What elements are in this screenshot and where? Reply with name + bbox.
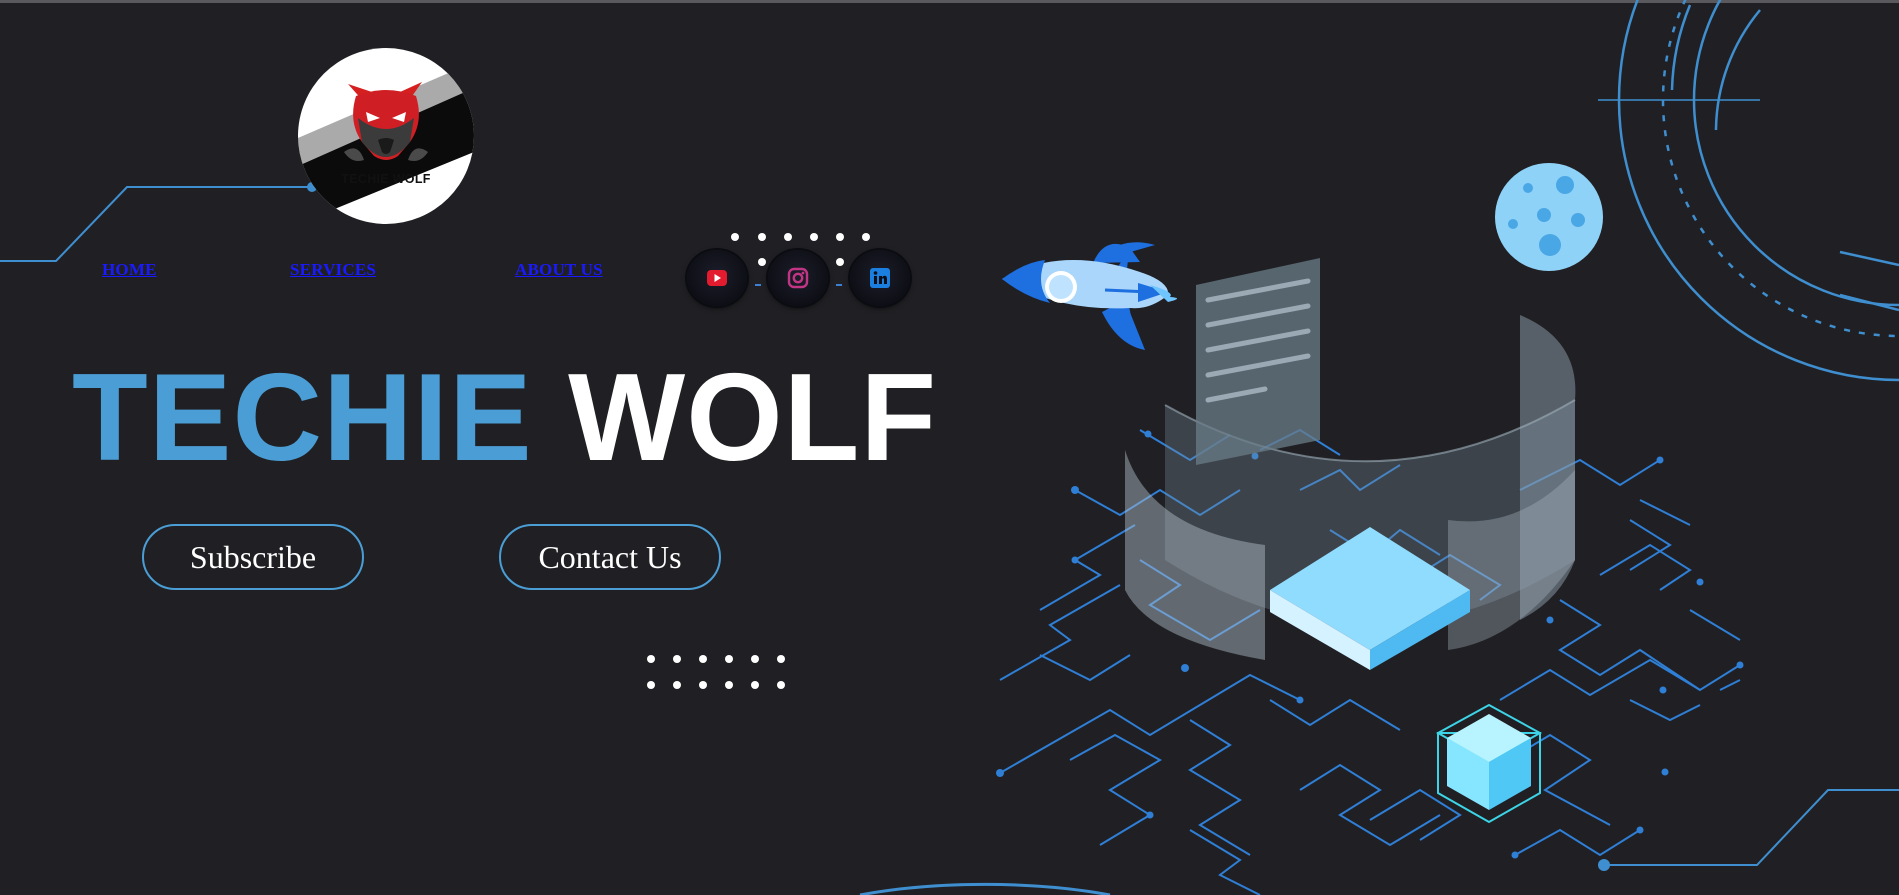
contact-us-button[interactable]: Contact Us [499,524,721,590]
brand-logo[interactable]: TECHIE WOLF [298,48,474,224]
social-separator [755,284,761,286]
nav-home-link[interactable]: HOME [102,260,157,280]
wolf-logo-icon [298,62,474,224]
instagram-icon [787,267,809,289]
nav-about-us-link[interactable]: ABOUT US [515,260,603,280]
nav-services-link[interactable]: SERVICES [290,260,376,280]
linkedin-button[interactable] [850,250,910,306]
logo-text: TECHIE WOLF [341,172,431,186]
social-separator [836,284,842,286]
subscribe-button[interactable]: Subscribe [142,524,364,590]
hero-title-part2: WOLF [568,349,938,487]
hero-title-part1: TECHIE [72,349,533,487]
hero-title: TECHIE WOLF [72,356,937,480]
youtube-icon [707,270,727,286]
linkedin-icon [870,268,890,288]
youtube-button[interactable] [687,250,747,306]
instagram-button[interactable] [768,250,828,306]
